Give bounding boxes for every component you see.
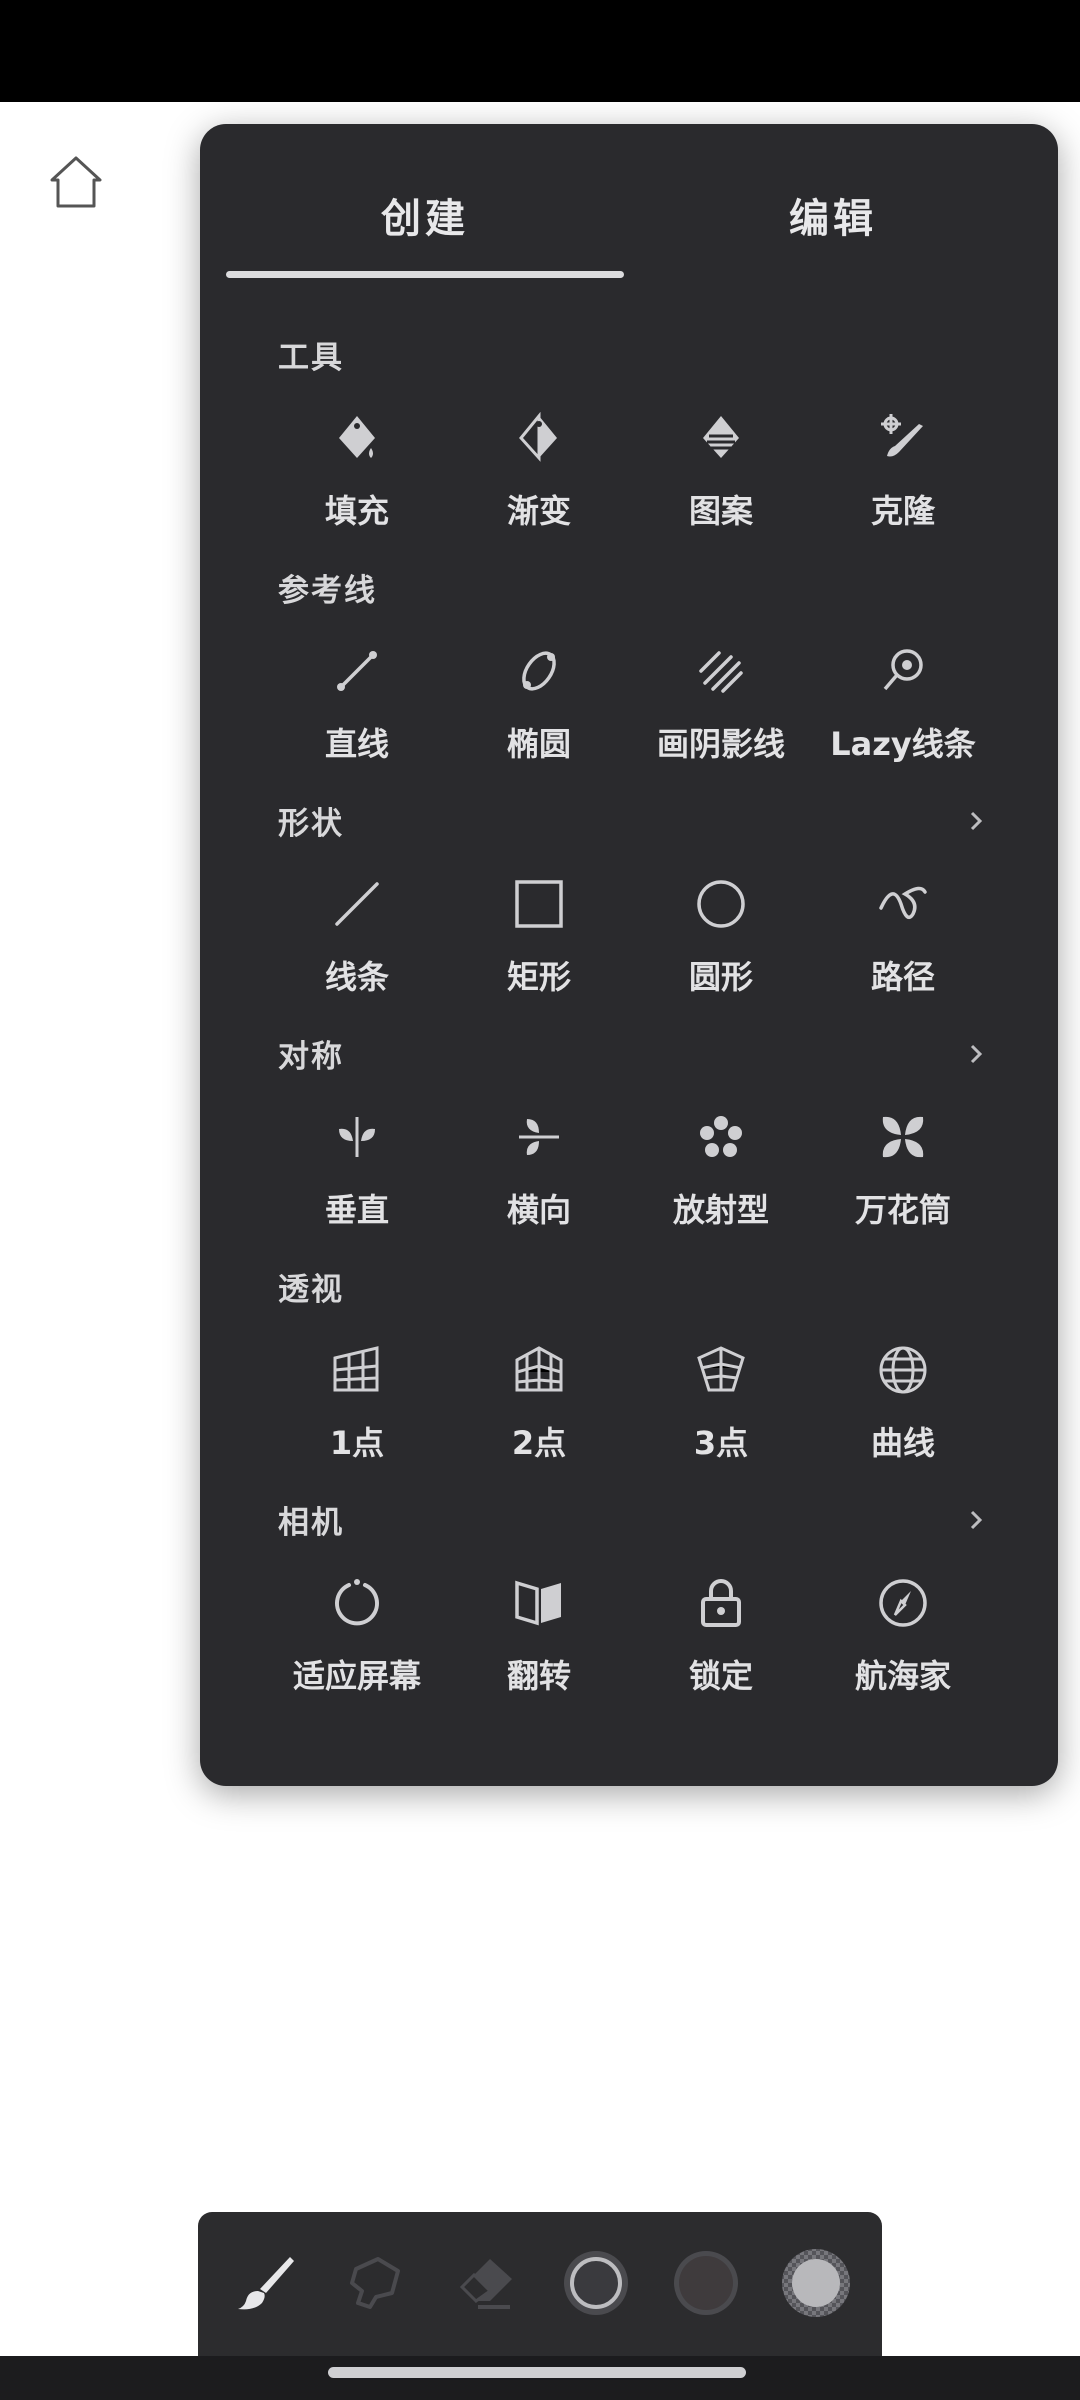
path-icon: [877, 878, 929, 930]
perspective-1pt-icon: [331, 1344, 383, 1396]
tool-label: 路径: [870, 958, 935, 996]
color-swatch-icon: [674, 2251, 738, 2315]
hatch-icon: [695, 645, 747, 697]
tool-perspective-3pt[interactable]: 3点: [630, 1296, 812, 1462]
fit-screen-icon: [331, 1577, 383, 1629]
tool-hatch[interactable]: 画阴影线: [630, 597, 812, 763]
circle-icon: [695, 878, 747, 930]
tool-label: 克隆: [870, 492, 935, 530]
smudge-button[interactable]: [340, 2247, 412, 2319]
home-gesture-pill[interactable]: [328, 2367, 746, 2378]
home-icon: [50, 156, 102, 208]
tool-rectangle[interactable]: 矩形: [448, 830, 630, 996]
brush-size-icon: [564, 2251, 628, 2315]
kaleidoscope-icon: [877, 1111, 929, 1163]
smudge-icon: [350, 2257, 400, 2309]
home-button[interactable]: [44, 150, 108, 214]
fill-bucket-icon: [331, 412, 383, 464]
tab-edit[interactable]: 编辑: [634, 186, 1032, 244]
brush-icon: [238, 2257, 294, 2310]
opacity-button[interactable]: [780, 2247, 852, 2319]
tool-lock[interactable]: 锁定: [630, 1529, 812, 1695]
clone-icon: [877, 412, 929, 464]
tool-pattern[interactable]: 图案: [630, 364, 812, 530]
navigation-bar: [0, 2356, 1080, 2400]
tool-circle[interactable]: 圆形: [630, 830, 812, 996]
tool-line-guide[interactable]: 直线: [266, 597, 448, 763]
tool-fit-screen[interactable]: 适应屏幕: [266, 1529, 448, 1695]
rectangle-icon: [513, 878, 565, 930]
tool-ellipse-guide[interactable]: 椭圆: [448, 597, 630, 763]
opacity-icon: [782, 2249, 850, 2317]
vertical-symmetry-icon: [331, 1111, 383, 1163]
brush-size-button[interactable]: [560, 2247, 632, 2319]
tool-radial-symmetry[interactable]: 放射型: [630, 1063, 812, 1229]
tool-vertical-symmetry[interactable]: 垂直: [266, 1063, 448, 1229]
tool-lazy-line[interactable]: Lazy线条: [812, 597, 994, 763]
gradient-icon: [513, 411, 565, 464]
tool-curve-perspective[interactable]: 曲线: [812, 1296, 994, 1462]
tool-perspective-1pt[interactable]: 1点: [266, 1296, 448, 1462]
compass-icon: [877, 1577, 929, 1629]
tool-label: Lazy线条: [830, 725, 976, 763]
line-guide-icon: [331, 645, 383, 697]
create-edit-panel: 创建 编辑 工具 填充 渐变 图案 克隆 参考线 直线 椭圆 画阴影线 Lazy…: [200, 124, 1058, 1786]
pattern-icon: [695, 412, 747, 464]
perspective-2pt-icon: [513, 1344, 565, 1396]
perspective-3pt-icon: [695, 1344, 747, 1396]
lazy-line-icon: [877, 645, 929, 697]
tab-bar: 创建 编辑: [200, 124, 1058, 284]
tab-create[interactable]: 创建: [226, 186, 624, 244]
color-swatch-button[interactable]: [670, 2247, 742, 2319]
status-bar: [0, 0, 1080, 102]
line-shape-icon: [331, 878, 383, 930]
tool-clone[interactable]: 克隆: [812, 364, 994, 530]
tool-label: 万花筒: [854, 1191, 951, 1229]
tool-flip[interactable]: 翻转: [448, 1529, 630, 1695]
flip-icon: [513, 1577, 565, 1629]
tool-label: 航海家: [854, 1657, 951, 1695]
tool-horizontal-symmetry[interactable]: 横向: [448, 1063, 630, 1229]
tool-line-shape[interactable]: 线条: [266, 830, 448, 996]
horizontal-symmetry-icon: [513, 1111, 565, 1163]
eraser-icon: [459, 2259, 512, 2309]
globe-curve-icon: [877, 1344, 929, 1396]
tool-fill[interactable]: 填充: [266, 364, 448, 530]
ellipse-guide-icon: [513, 645, 565, 697]
tool-label: 曲线: [870, 1424, 935, 1462]
lock-icon: [695, 1577, 747, 1629]
bottom-toolbar: [198, 2212, 882, 2362]
active-tab-indicator: [226, 271, 624, 278]
radial-symmetry-icon: [695, 1111, 747, 1163]
eraser-button[interactable]: [450, 2247, 522, 2319]
tool-kaleidoscope[interactable]: 万花筒: [812, 1063, 994, 1229]
tool-navigator[interactable]: 航海家: [812, 1529, 994, 1695]
tool-perspective-2pt[interactable]: 2点: [448, 1296, 630, 1462]
tool-path[interactable]: 路径: [812, 830, 994, 996]
brush-button[interactable]: [230, 2247, 302, 2319]
tool-gradient[interactable]: 渐变: [448, 364, 630, 530]
